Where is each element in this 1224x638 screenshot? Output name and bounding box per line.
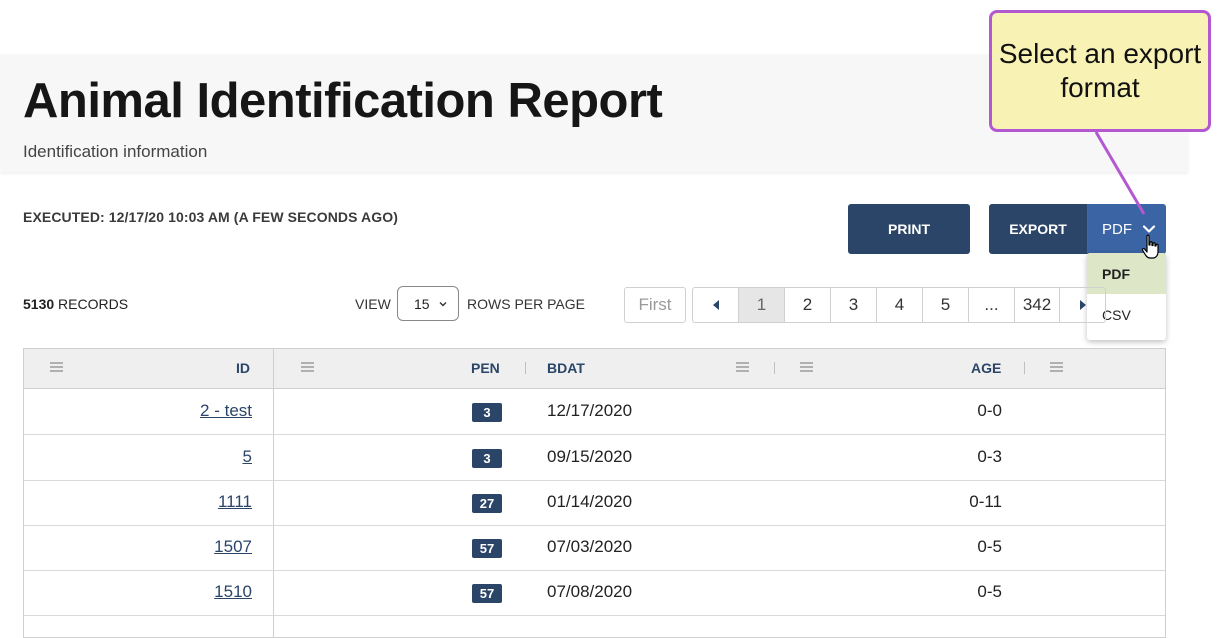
birth-date: 09/15/2020 [547,447,633,466]
export-format-value: PDF [1102,220,1132,238]
pen-badge: 27 [472,494,502,513]
pen-badge: 3 [472,449,502,468]
page-5[interactable]: 5 [923,288,969,322]
pen-badge: 57 [472,584,502,603]
column-header-id[interactable]: ID [236,360,250,376]
table-row: 1510 57 07/08/2020 0-5 [24,570,1165,616]
age-value: 0-11 [969,492,1002,511]
column-header-age[interactable]: AGE [971,360,1001,376]
column-menu-icon[interactable] [1050,362,1063,372]
print-button[interactable]: PRINT [848,204,970,254]
rows-per-page-label: ROWS PER PAGE [467,296,585,312]
hand-cursor-icon [1141,234,1159,259]
table-row: 1507 57 07/03/2020 0-5 [24,525,1165,571]
animal-id-link[interactable]: 5 [243,447,252,467]
birth-date: 12/17/2020 [547,401,633,420]
page-title: Animal Identification Report [23,74,663,128]
table-header: ID PEN BDAT AGE [24,349,1165,389]
birth-date: 07/08/2020 [547,582,633,601]
column-header-bdat[interactable]: BDAT [547,360,585,376]
export-button[interactable]: EXPORT [989,204,1088,254]
age-value: 0-5 [977,582,1002,601]
table-row: 2 - test 3 12/17/2020 0-0 [24,389,1165,435]
page-1[interactable]: 1 [739,288,785,322]
pagination-prev[interactable] [693,288,739,322]
animal-id-link[interactable]: 1510 [214,582,252,602]
callout-annotation: Select an export format [989,10,1211,132]
page-2[interactable]: 2 [785,288,831,322]
caret-right-icon [1079,300,1086,310]
column-menu-icon[interactable] [50,362,63,372]
column-separator [1024,362,1025,374]
report-table: ID PEN BDAT AGE 2 - test 3 12/17/2020 0-… [23,348,1166,638]
records-suffix: RECORDS [54,296,129,312]
animal-id-link[interactable]: 1507 [214,537,252,557]
column-separator [774,362,775,374]
birth-date: 01/14/2020 [547,492,633,511]
animal-id-link[interactable]: 2 - test [200,401,252,421]
caret-left-icon [712,300,719,310]
records-count: 5130 RECORDS [23,296,128,312]
chevron-down-icon [439,301,447,306]
column-header-pen[interactable]: PEN [471,360,500,376]
pagination-next[interactable] [1060,288,1105,322]
rows-per-page-select[interactable]: 15 [397,286,459,321]
column-menu-icon[interactable] [736,362,749,372]
executed-timestamp: EXECUTED: 12/17/20 10:03 AM (A FEW SECON… [23,209,399,225]
page-4[interactable]: 4 [877,288,923,322]
table-row: 1111 27 01/14/2020 0-11 [24,480,1165,526]
pagination: 1 2 3 4 5 ... 342 [692,287,1106,323]
age-value: 0-3 [977,447,1002,466]
pagination-first[interactable]: First [624,287,686,323]
age-value: 0-0 [977,401,1002,420]
table-row: 5 3 09/15/2020 0-3 [24,435,1165,481]
animal-id-link[interactable]: 1111 [218,492,252,512]
page-3[interactable]: 3 [831,288,877,322]
view-label: VIEW [355,296,391,312]
pen-badge: 57 [472,539,502,558]
page-ellipsis: ... [969,288,1015,322]
column-menu-icon[interactable] [800,362,813,372]
column-separator [525,362,526,374]
page-subtitle: Identification information [23,142,208,161]
column-menu-icon[interactable] [301,362,314,372]
age-value: 0-5 [977,537,1002,556]
page-342[interactable]: 342 [1015,288,1060,322]
pen-badge: 3 [472,403,502,422]
records-number: 5130 [23,296,55,312]
rows-per-page-value: 15 [414,295,430,312]
birth-date: 07/03/2020 [547,537,633,556]
